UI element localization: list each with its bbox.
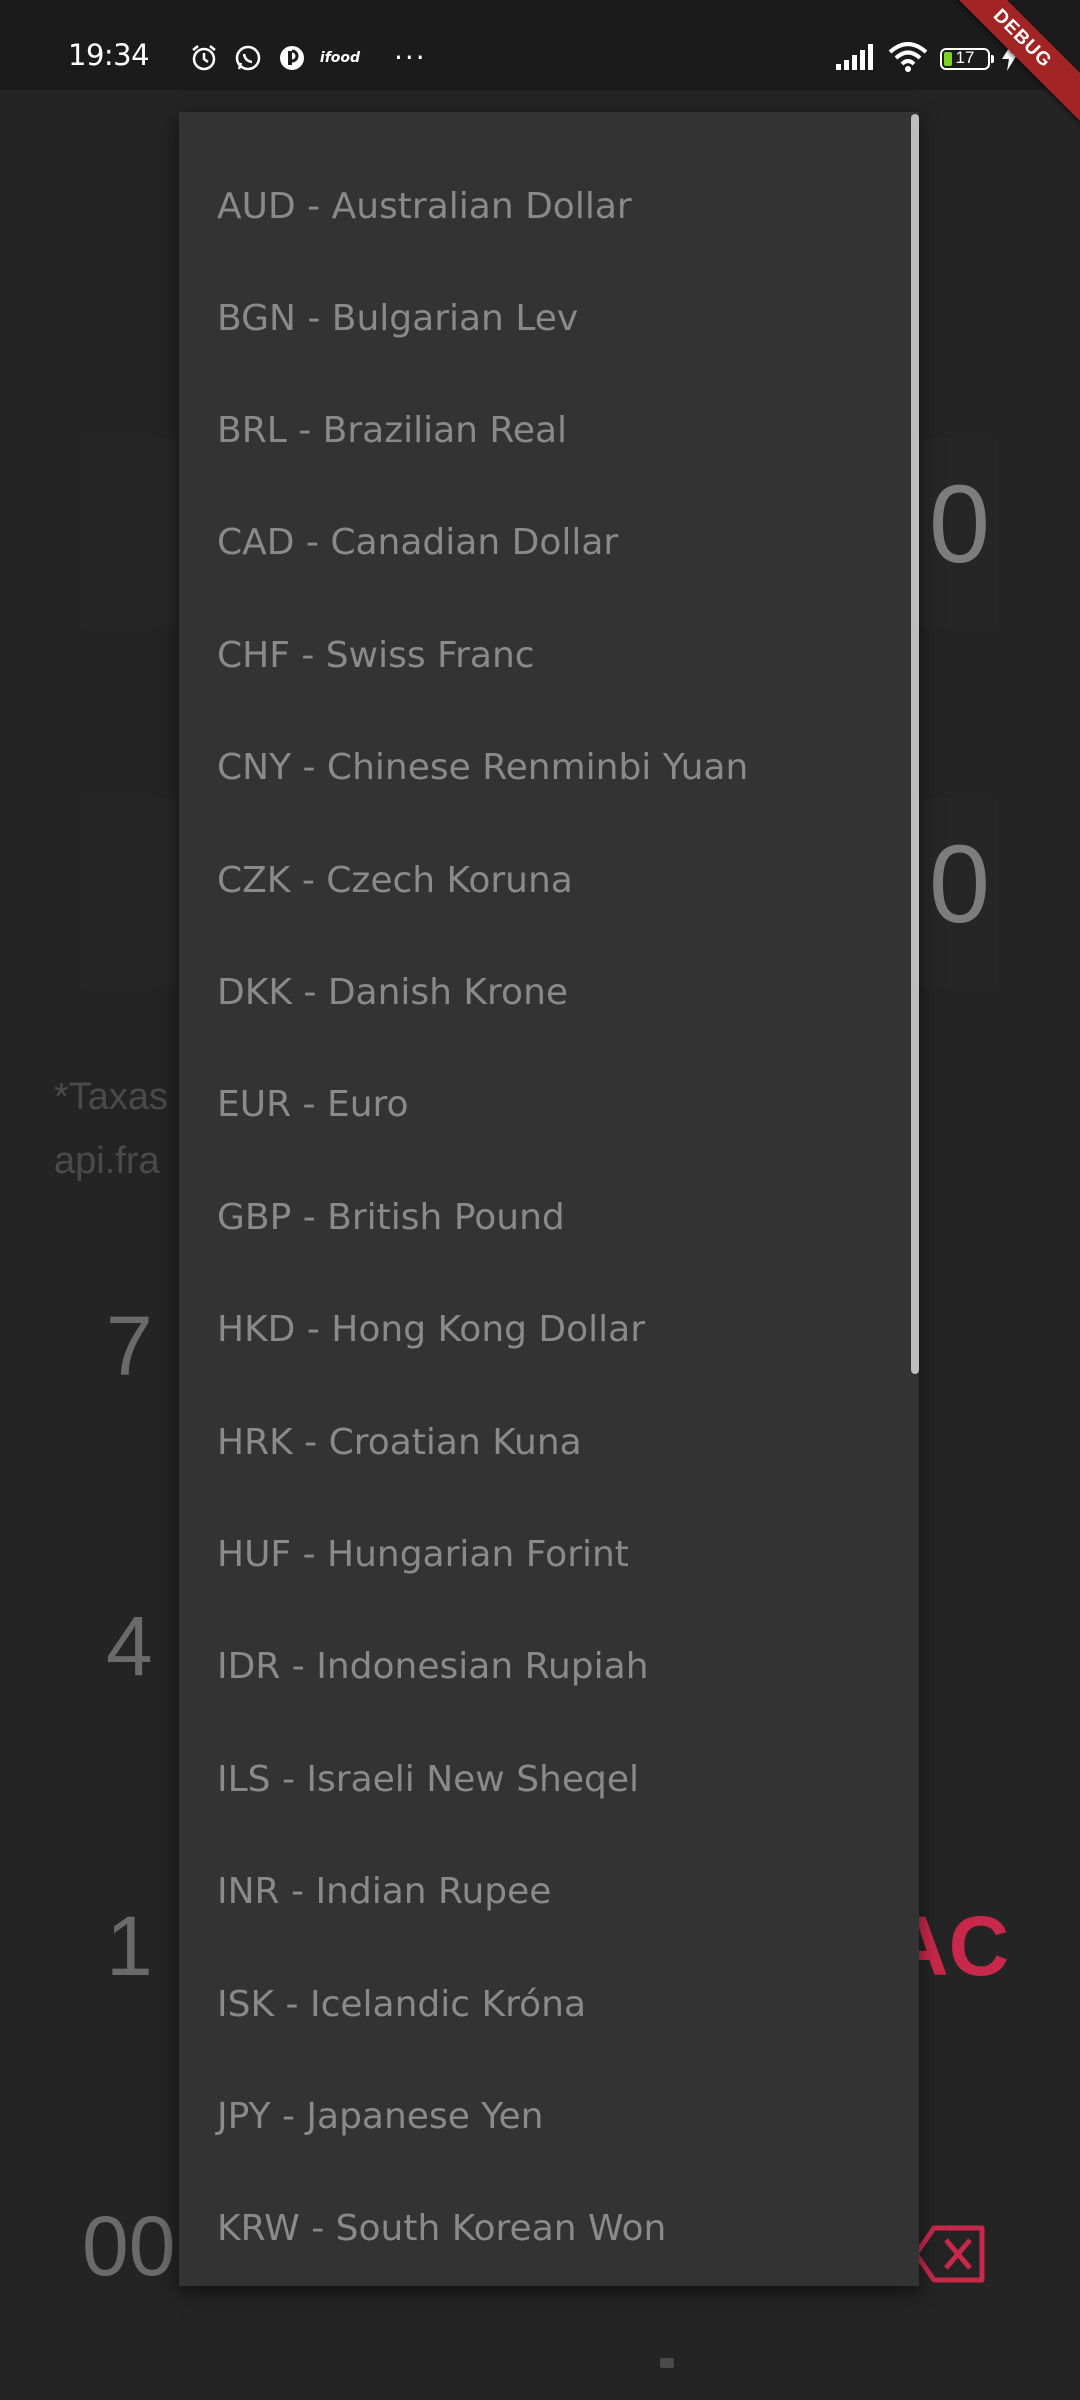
currency-option[interactable]: AUD - Australian Dollar xyxy=(179,112,919,262)
currency-option-label: CNY - Chinese Renminbi Yuan xyxy=(217,747,749,789)
status-icons-left: ifood ··· xyxy=(188,42,427,74)
rates-footnote: *Taxas api.fra xyxy=(54,1065,168,1193)
currency-option-label: IDR - Indonesian Rupiah xyxy=(217,1646,649,1688)
currency-option[interactable]: DKK - Danish Krone xyxy=(179,936,919,1048)
key-decimal[interactable] xyxy=(660,2358,674,2368)
currency-option[interactable]: HKD - Hong Kong Dollar xyxy=(179,1274,919,1386)
currency-option[interactable]: GBP - British Pound xyxy=(179,1161,919,1273)
top-value: 0 xyxy=(928,463,990,586)
currency-option-label: ISK - Icelandic Króna xyxy=(217,1983,586,2025)
currency-option-label: HKD - Hong Kong Dollar xyxy=(217,1309,646,1351)
key-4[interactable]: 4 xyxy=(106,1598,153,1695)
currency-option[interactable]: ILS - Israeli New Sheqel xyxy=(179,1723,919,1835)
alarm-icon xyxy=(188,42,220,74)
currency-option[interactable]: EUR - Euro xyxy=(179,1049,919,1161)
battery-level: 17 xyxy=(955,48,975,67)
status-time: 19:34 xyxy=(68,38,150,72)
signal-icon xyxy=(836,44,876,74)
currency-option[interactable]: IDR - Indonesian Rupiah xyxy=(179,1611,919,1723)
currency-option[interactable]: BGN - Bulgarian Lev xyxy=(179,262,919,374)
currency-option-label: GBP - British Pound xyxy=(217,1196,565,1238)
currency-option-label: BRL - Brazilian Real xyxy=(217,410,568,452)
bottom-value: 0 xyxy=(928,823,990,946)
key-7[interactable]: 7 xyxy=(106,1298,153,1395)
currency-option[interactable]: CNY - Chinese Renminbi Yuan xyxy=(179,712,919,824)
screen: 19:34 ifood ··· 17 DEBUG 0 0 *Taxas api.… xyxy=(0,0,1080,2400)
footnote-line1: *Taxas xyxy=(54,1076,169,1118)
wifi-icon xyxy=(888,42,928,76)
currency-option-label: INR - Indian Rupee xyxy=(217,1871,552,1913)
currency-option[interactable]: INR - Indian Rupee xyxy=(179,1835,919,1947)
more-dots-icon: ··· xyxy=(394,41,427,74)
currency-option-label: EUR - Euro xyxy=(217,1084,409,1126)
currency-option-label: CZK - Czech Koruna xyxy=(217,859,573,901)
footnote-line2: api.fra xyxy=(54,1140,160,1182)
currency-option-label: HRK - Croatian Kuna xyxy=(217,1421,582,1463)
currency-dropdown-menu: AUD - Australian Dollar BGN - Bulgarian L… xyxy=(179,112,919,2286)
key-1[interactable]: 1 xyxy=(106,1898,153,1995)
currency-option-label: KRW - South Korean Won xyxy=(217,2208,667,2250)
ifood-icon: ifood xyxy=(319,50,361,66)
currency-option-label: CHF - Swiss Franc xyxy=(217,634,535,676)
status-icons-right: 17 xyxy=(836,42,1018,76)
currency-option[interactable]: KRW - South Korean Won xyxy=(179,2173,919,2285)
app-icon xyxy=(276,42,308,74)
currency-list: AUD - Australian Dollar BGN - Bulgarian L… xyxy=(179,112,919,2285)
currency-option[interactable]: ISK - Icelandic Króna xyxy=(179,1948,919,2060)
currency-option[interactable]: CAD - Canadian Dollar xyxy=(179,487,919,599)
whatsapp-icon xyxy=(232,42,264,74)
currency-option[interactable]: CZK - Czech Koruna xyxy=(179,824,919,936)
currency-option-label: JPY - Japanese Yen xyxy=(217,2095,544,2137)
currency-option-label: AUD - Australian Dollar xyxy=(217,185,632,227)
currency-option[interactable]: JPY - Japanese Yen xyxy=(179,2060,919,2172)
currency-option[interactable]: CHF - Swiss Franc xyxy=(179,599,919,711)
currency-option-label: ILS - Israeli New Sheqel xyxy=(217,1758,640,1800)
currency-option-label: HUF - Hungarian Forint xyxy=(217,1533,629,1575)
battery-icon: 17 xyxy=(940,48,994,70)
status-bar: 19:34 ifood ··· 17 xyxy=(0,0,1080,90)
currency-option-label: CAD - Canadian Dollar xyxy=(217,522,619,564)
backspace-icon[interactable] xyxy=(913,2224,986,2284)
currency-option[interactable]: BRL - Brazilian Real xyxy=(179,374,919,486)
currency-option[interactable]: HUF - Hungarian Forint xyxy=(179,1498,919,1610)
currency-option-label: BGN - Bulgarian Lev xyxy=(217,297,579,339)
currency-option[interactable]: HRK - Croatian Kuna xyxy=(179,1386,919,1498)
currency-option-label: DKK - Danish Krone xyxy=(217,972,569,1014)
key-00[interactable]: 00 xyxy=(82,2198,175,2295)
dropdown-scrollbar[interactable] xyxy=(911,114,919,1374)
